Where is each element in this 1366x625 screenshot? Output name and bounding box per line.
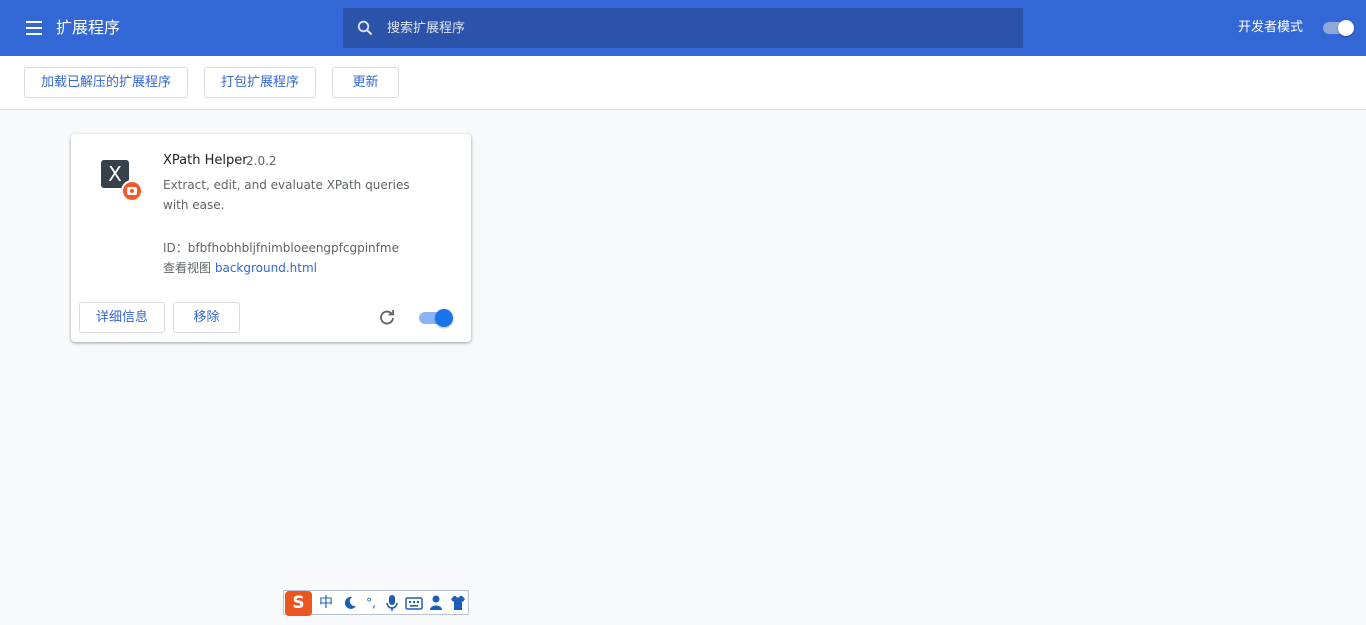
inspect-views-label: 查看视图	[163, 261, 212, 275]
sogou-logo[interactable]: S	[285, 591, 312, 616]
search-icon	[357, 20, 373, 36]
punctuation-toggle[interactable]: °,	[362, 593, 380, 613]
dev-mode-toggle[interactable]	[1323, 20, 1355, 36]
menu-icon[interactable]	[20, 16, 44, 40]
pack-extension-button[interactable]: 打包扩展程序	[204, 67, 316, 98]
details-button[interactable]: 详细信息	[79, 302, 165, 333]
extension-enable-toggle[interactable]	[419, 309, 453, 327]
header-bar: 扩展程序 开发者模式	[0, 0, 1366, 56]
ime-toolbar: S 中 °,	[283, 590, 469, 616]
extension-description: Extract, edit, and evaluate XPath querie…	[163, 178, 410, 212]
extension-name: XPath Helper	[163, 153, 248, 168]
page-title: 扩展程序	[56, 18, 121, 37]
camera-badge-icon	[121, 180, 143, 202]
toolbar: 加载已解压的扩展程序 打包扩展程序 更新	[0, 56, 1366, 110]
background-page-link[interactable]: background.html	[215, 261, 317, 275]
update-button[interactable]: 更新	[332, 67, 399, 98]
reload-icon[interactable]	[377, 308, 397, 328]
extension-id: ID：bfbfhobhbljfnimbloeengpfcgpinfme	[163, 241, 399, 255]
inspect-views: 查看视图 background.html	[163, 259, 317, 277]
remove-button[interactable]: 移除	[173, 302, 240, 333]
moon-icon[interactable]	[341, 593, 359, 613]
toggle-knob	[435, 309, 453, 327]
user-icon[interactable]	[428, 593, 446, 613]
toggle-knob	[1338, 20, 1354, 36]
search-input[interactable]	[387, 8, 1007, 48]
shirt-icon[interactable]	[449, 593, 467, 613]
search-box[interactable]	[343, 8, 1023, 48]
load-unpacked-button[interactable]: 加载已解压的扩展程序	[24, 67, 188, 98]
extension-card: X XPath Helper 2.0.2 Extract, edit, and …	[71, 134, 471, 342]
keyboard-icon[interactable]	[404, 593, 424, 613]
ime-mode-toggle[interactable]: 中	[316, 593, 336, 613]
extension-version: 2.0.2	[246, 154, 277, 168]
microphone-icon[interactable]	[383, 593, 401, 613]
dev-mode-label: 开发者模式	[1238, 20, 1304, 35]
